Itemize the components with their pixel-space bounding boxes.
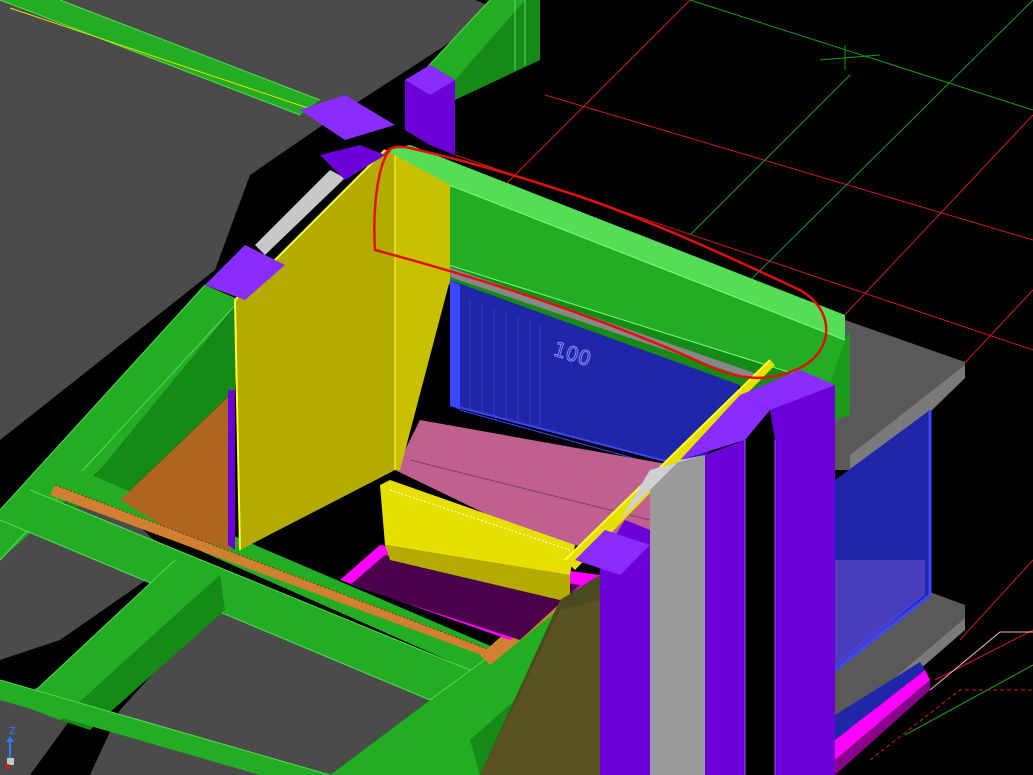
model-scene[interactable]: 100 xyxy=(0,0,1033,775)
cad-viewport[interactable]: 100 Z xyxy=(0,0,1033,775)
ucs-axis-label: Z xyxy=(9,726,16,737)
ucs-icon[interactable]: Z xyxy=(2,726,24,770)
